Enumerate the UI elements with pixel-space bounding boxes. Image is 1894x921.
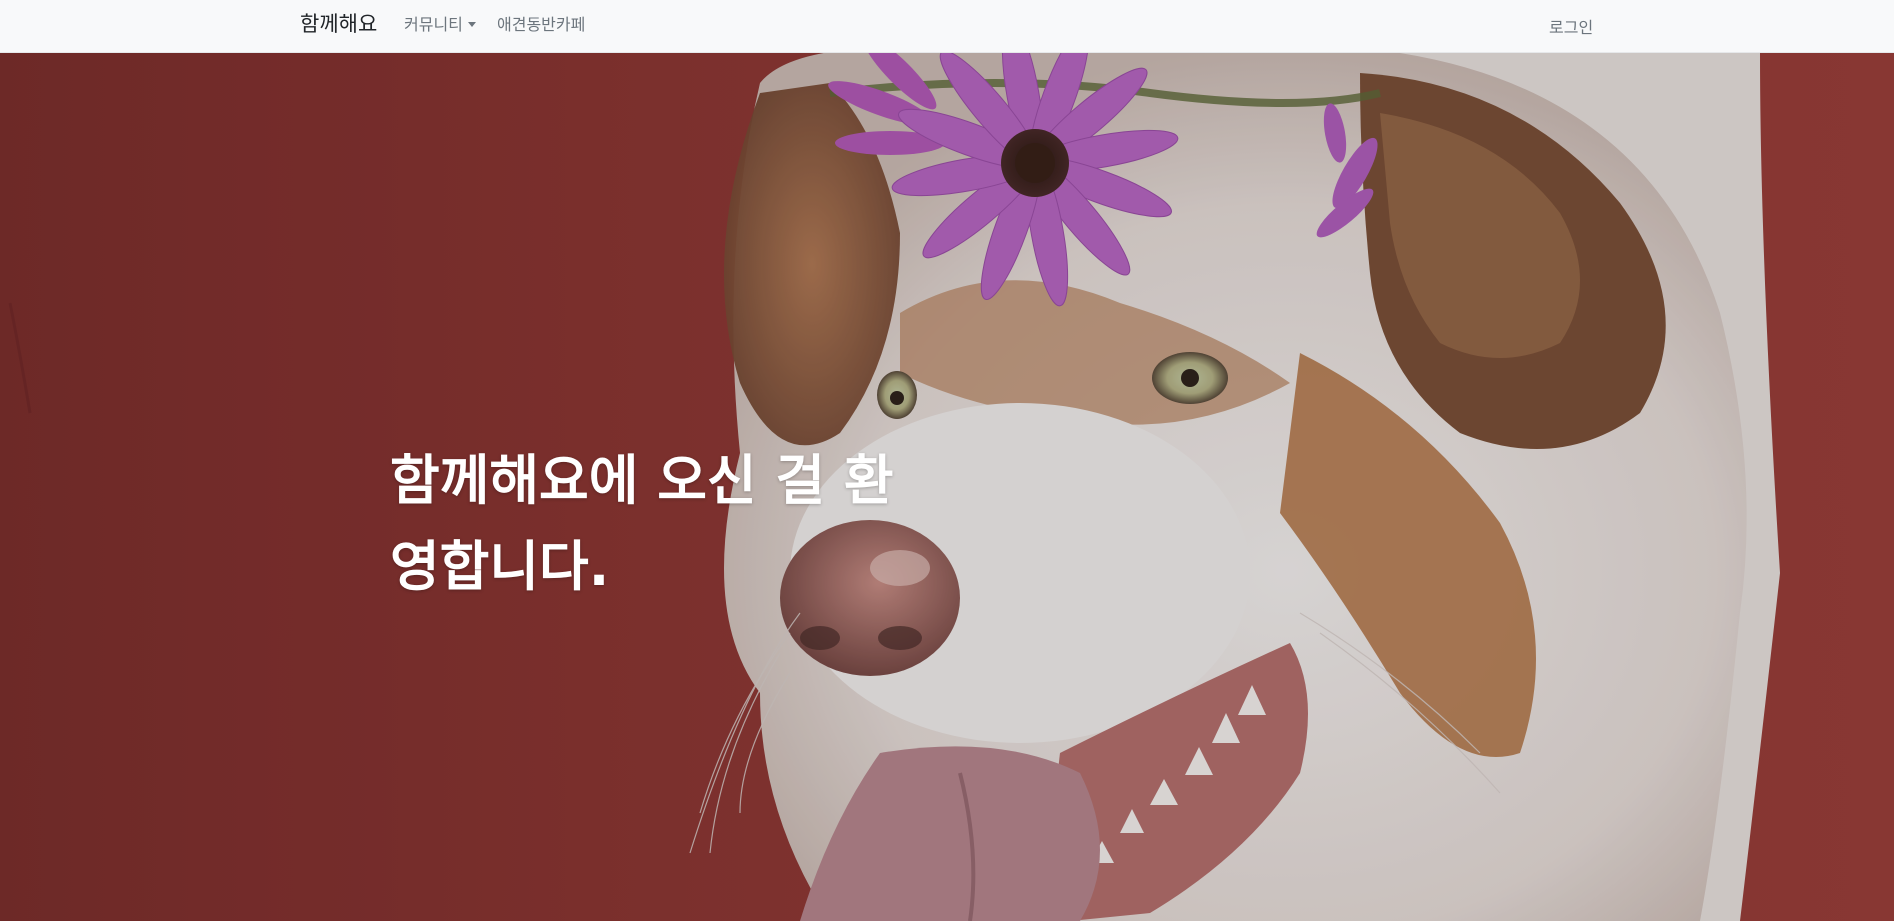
hero-welcome-title: 함께해요에 오신 걸 환영합니다. xyxy=(390,449,894,598)
nav-pet-cafe-link[interactable]: 애견동반카페 xyxy=(497,14,585,36)
top-navbar: 함께해요 커뮤니티 애견동반카페 로그인 xyxy=(0,0,1894,53)
hero-section: 함께해요에 오신 걸 환영합니다. xyxy=(0,53,1894,921)
login-link[interactable]: 로그인 xyxy=(1549,17,1593,39)
dog-with-flower-crown-photo xyxy=(0,53,1894,921)
nav-community-dropdown[interactable]: 커뮤니티 xyxy=(404,14,476,36)
nav-community-label: 커뮤니티 xyxy=(404,15,463,34)
caret-down-icon xyxy=(467,22,476,27)
brand-link[interactable]: 함께해요 xyxy=(300,11,377,38)
